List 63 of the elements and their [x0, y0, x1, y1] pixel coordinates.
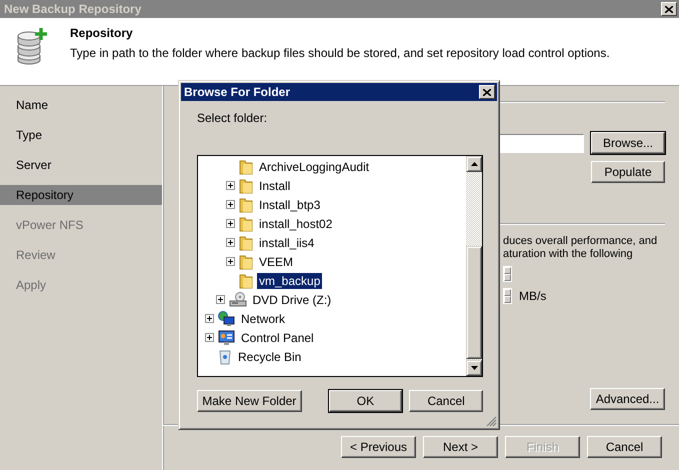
- tree-item[interactable]: DVD Drive (Z:): [250, 292, 334, 308]
- expand-toggle[interactable]: [205, 333, 214, 342]
- folder-icon: [239, 158, 253, 174]
- window-title: New Backup Repository: [4, 2, 142, 16]
- expand-toggle[interactable]: [226, 257, 235, 266]
- tree-item[interactable]: Install_btp3: [257, 196, 322, 212]
- expand-toggle[interactable]: [226, 200, 235, 209]
- expand-toggle[interactable]: [226, 181, 235, 190]
- scroll-up-button[interactable]: [466, 156, 482, 172]
- tree-item[interactable]: VEEM: [257, 254, 296, 270]
- folder-icon: [239, 272, 253, 288]
- up-arrow-icon: [470, 162, 478, 166]
- scroll-down-button[interactable]: [466, 360, 482, 376]
- scroll-thumb[interactable]: [466, 246, 482, 359]
- folder-icon: [239, 234, 253, 250]
- folder-icon: [239, 216, 253, 232]
- expand-toggle[interactable]: [226, 219, 235, 228]
- scrollbar[interactable]: [466, 156, 482, 376]
- control-panel-icon: [218, 330, 235, 346]
- wizard-button[interactable]: Cancel: [587, 436, 662, 458]
- tree-item[interactable]: install_host02: [257, 216, 334, 232]
- dvd-drive-icon: [228, 292, 246, 308]
- folder-icon: [239, 196, 253, 212]
- tree-item[interactable]: vm_backup: [257, 272, 322, 288]
- close-icon: [483, 88, 491, 96]
- wizard-step[interactable]: Type: [0, 125, 162, 145]
- speed-unit: MB/s: [519, 289, 546, 303]
- tree-item[interactable]: Recycle Bin: [236, 348, 304, 364]
- tree-item[interactable]: Control Panel: [239, 330, 316, 346]
- expand-toggle[interactable]: [226, 238, 235, 247]
- dialog-button[interactable]: OK: [328, 390, 402, 412]
- close-icon: [665, 6, 673, 12]
- folder-icon: [239, 254, 253, 270]
- recycle-bin-icon: [218, 348, 232, 364]
- page-description: Type in path to the folder where backup files should be stored, and set repository load control options.: [70, 46, 610, 60]
- wizard-step[interactable]: Name: [0, 95, 162, 115]
- spin-control[interactable]: [503, 266, 512, 282]
- tree-item[interactable]: install_iis4: [257, 234, 316, 250]
- close-button[interactable]: [479, 85, 495, 99]
- spin-control[interactable]: [503, 288, 512, 304]
- dialog-button[interactable]: Make New Folder: [197, 390, 302, 412]
- page-title: Repository: [70, 26, 134, 40]
- tree-item[interactable]: Network: [239, 310, 288, 326]
- resize-grip-icon[interactable]: [486, 416, 497, 427]
- wizard-button[interactable]: Next >: [423, 436, 498, 458]
- wizard-button[interactable]: < Previous: [341, 436, 416, 458]
- populate-button[interactable]: Populate: [591, 161, 665, 183]
- folder-icon: [239, 178, 253, 194]
- down-arrow-icon: [470, 366, 478, 370]
- advanced-button[interactable]: Advanced...: [590, 388, 665, 410]
- dialog-title: Browse For Folder: [184, 85, 290, 99]
- dialog-prompt: Select folder:: [197, 111, 268, 125]
- dialog-button[interactable]: Cancel: [409, 390, 483, 412]
- close-button[interactable]: [661, 2, 677, 16]
- wizard-step[interactable]: Server: [0, 155, 162, 175]
- browse-button[interactable]: Browse...: [591, 132, 665, 154]
- load-control-text: duces overall performance, and aturation with the following: [503, 235, 658, 261]
- expand-toggle[interactable]: [205, 314, 214, 323]
- tree-item[interactable]: Install: [257, 178, 292, 194]
- network-icon: [218, 310, 235, 326]
- tree-item[interactable]: ArchiveLoggingAudit: [257, 158, 372, 174]
- wizard-step[interactable]: Repository: [0, 185, 162, 205]
- expand-toggle[interactable]: [216, 295, 224, 304]
